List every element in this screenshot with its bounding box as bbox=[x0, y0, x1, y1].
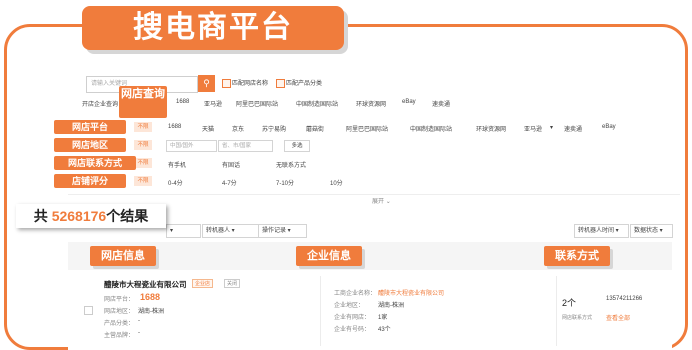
rating-7-10[interactable]: 7-10分 bbox=[276, 178, 294, 187]
brand-field-value: - bbox=[138, 330, 140, 336]
region-country-select[interactable]: 中国/国外 bbox=[166, 140, 217, 152]
contact-none[interactable]: 无联系方式 bbox=[276, 160, 306, 169]
company-name-label: 工商企业名称： bbox=[334, 291, 377, 297]
platform-amazon-chevron-icon[interactable]: ▾ bbox=[550, 124, 553, 131]
region-multi-button[interactable]: 多选 bbox=[284, 140, 310, 152]
platform-field-label: 网店平台： bbox=[104, 297, 135, 303]
robot-select[interactable]: 转机器人 ▾ bbox=[202, 224, 259, 238]
filter-label-region: 网店地区 bbox=[54, 138, 126, 152]
result-count: 5268176 bbox=[51, 208, 107, 224]
category-field-label: 产品分类： bbox=[104, 321, 135, 327]
platform-alibaba[interactable]: 阿里巴巴国际站 bbox=[346, 124, 388, 133]
result-count-banner: 共 5268176个结果 bbox=[16, 204, 166, 228]
company-shops-label: 企业有网店： bbox=[334, 315, 371, 321]
filter-label-contact: 网店联系方式 bbox=[54, 156, 136, 170]
data-status-label: 数据状态 bbox=[634, 228, 659, 234]
contact-phone: 13574211266 bbox=[606, 296, 643, 302]
platform-mic[interactable]: 中国制造国际站 bbox=[410, 124, 452, 133]
column-divider-2 bbox=[556, 276, 557, 346]
search-icon: ⚲ bbox=[203, 78, 210, 88]
platform-nolimit-button[interactable]: 不限 bbox=[134, 122, 152, 132]
region-city-select[interactable]: 省、市/国家 bbox=[218, 140, 273, 152]
brand-field-label: 主营品牌： bbox=[104, 333, 135, 339]
top-platform-ebay[interactable]: eBay bbox=[402, 99, 416, 105]
platform-field-value: 1688 bbox=[140, 292, 161, 302]
rating-nolimit-button[interactable]: 不限 bbox=[134, 176, 152, 186]
expand-toggle[interactable]: 展开 ⌄ bbox=[372, 196, 391, 205]
company-phones-label: 企业有号码： bbox=[334, 327, 371, 333]
shop-name[interactable]: 醴陵市大程瓷业有限公司 bbox=[104, 279, 187, 290]
platform-tmall[interactable]: 天猫 bbox=[202, 124, 214, 133]
expand-label: 展开 bbox=[372, 199, 385, 205]
view-all-link[interactable]: 查看全部 bbox=[606, 313, 630, 322]
header-company-info: 企业信息 bbox=[296, 246, 362, 266]
row-checkbox[interactable] bbox=[84, 306, 93, 315]
contact-landline[interactable]: 有固话 bbox=[222, 160, 240, 169]
page-title: 搜电商平台 bbox=[82, 6, 344, 50]
robot-time-label: 转机器人时间 bbox=[578, 228, 615, 234]
column-divider bbox=[320, 276, 321, 346]
company-name-link[interactable]: 醴陵市大程瓷业有限公司 bbox=[378, 288, 444, 297]
rating-4-7[interactable]: 4-7分 bbox=[222, 178, 237, 187]
filter-divider bbox=[68, 194, 680, 195]
rating-0-4[interactable]: 0-4分 bbox=[168, 178, 183, 187]
platform-ebay[interactable]: eBay bbox=[602, 124, 616, 130]
platform-1688[interactable]: 1688 bbox=[168, 124, 181, 130]
company-query-label[interactable]: 开店企业查询 bbox=[82, 99, 118, 108]
robot-select-label: 转机器人 bbox=[206, 228, 231, 234]
platform-mogujie[interactable]: 蘑菇街 bbox=[306, 124, 324, 133]
filter-label-platform: 网店平台 bbox=[54, 120, 126, 134]
category-field-value: - bbox=[138, 318, 140, 324]
contact-count: 2个 bbox=[562, 298, 577, 308]
match-category-label: 匹配产品分类 bbox=[286, 81, 323, 87]
robot-time-select[interactable]: 转机器人时间 ▾ bbox=[574, 224, 629, 238]
top-platform-aliexpress[interactable]: 速卖通 bbox=[432, 99, 450, 108]
platform-globalsources[interactable]: 环球资源网 bbox=[476, 124, 506, 133]
company-shops-value: 1家 bbox=[378, 315, 388, 321]
company-region-label: 企业地区： bbox=[334, 303, 365, 309]
platform-aliexpress[interactable]: 速卖通 bbox=[564, 124, 582, 133]
data-status-select[interactable]: 数据状态 ▾ bbox=[630, 224, 673, 238]
region-field-value: 湖南-株洲 bbox=[138, 309, 164, 315]
shop-tag-enterprise: 企业店 bbox=[192, 279, 214, 288]
top-platform-mic[interactable]: 中国制造国际站 bbox=[296, 99, 338, 108]
result-suffix: 个结果 bbox=[106, 208, 149, 224]
contact-nolimit-button[interactable]: 不限 bbox=[134, 158, 152, 168]
chevron-down-icon: ⌄ bbox=[385, 199, 391, 205]
shop-tag-closed: 关闭 bbox=[224, 279, 241, 288]
search-button[interactable]: ⚲ bbox=[198, 75, 215, 92]
ops-record-label: 操作记录 bbox=[262, 228, 287, 234]
company-phones-value: 43个 bbox=[378, 327, 391, 333]
top-platform-alibaba[interactable]: 阿里巴巴国际站 bbox=[236, 99, 278, 108]
platform-jd[interactable]: 京东 bbox=[232, 124, 244, 133]
region-nolimit-button[interactable]: 不限 bbox=[134, 140, 152, 150]
table-row[interactable]: 醴陵市大程瓷业有限公司 企业店 关闭 网店平台： 1688 网店地区： 湖南-株… bbox=[68, 272, 672, 350]
ops-record-select[interactable]: 操作记录 ▾ bbox=[258, 224, 307, 238]
filter-label-rating: 店铺评分 bbox=[54, 174, 126, 188]
match-category-checkbox[interactable] bbox=[276, 79, 285, 88]
top-platform-globalsources[interactable]: 环球资源网 bbox=[356, 99, 386, 108]
header-shop-info: 网店信息 bbox=[90, 246, 156, 266]
region-field-label: 网店地区： bbox=[104, 309, 135, 315]
header-contact: 联系方式 bbox=[544, 246, 610, 266]
contact-mobile[interactable]: 有手机 bbox=[168, 160, 186, 169]
match-shop-name-label: 匹配网店名称 bbox=[232, 81, 269, 87]
toolbar-select-left[interactable]: ▾ bbox=[166, 224, 201, 238]
top-platform-amazon[interactable]: 亚马逊 bbox=[204, 99, 222, 108]
platform-amazon[interactable]: 亚马逊 bbox=[524, 124, 542, 133]
match-shop-name-checkbox[interactable] bbox=[222, 79, 231, 88]
rating-10[interactable]: 10分 bbox=[330, 178, 343, 187]
shop-query-badge: 网店查询 bbox=[119, 86, 167, 118]
contact-source: 网店联系方式 bbox=[562, 315, 593, 321]
company-region-value: 湖南-株洲 bbox=[378, 303, 404, 309]
top-platform-1688[interactable]: 1688 bbox=[176, 99, 189, 105]
platform-suning[interactable]: 苏宁易购 bbox=[262, 124, 286, 133]
result-prefix: 共 bbox=[33, 208, 52, 224]
